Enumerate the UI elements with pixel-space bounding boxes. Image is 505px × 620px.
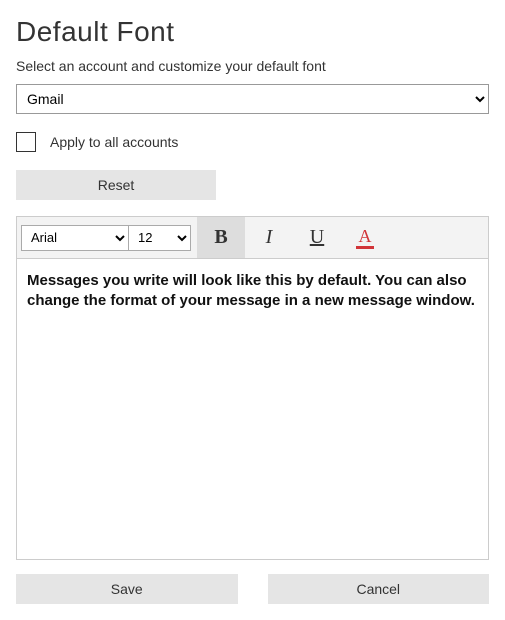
font-color-button[interactable]: A [341, 217, 389, 258]
account-select[interactable]: Gmail [16, 84, 489, 114]
font-color-icon: A [356, 227, 374, 249]
save-button[interactable]: Save [16, 574, 238, 604]
apply-all-label: Apply to all accounts [50, 134, 178, 150]
page-title: Default Font [16, 16, 489, 48]
underline-button[interactable]: U [293, 217, 341, 258]
bold-button[interactable]: B [197, 217, 245, 258]
apply-all-checkbox[interactable] [16, 132, 36, 152]
italic-icon: I [266, 226, 273, 249]
preview-textarea[interactable]: Messages you write will look like this b… [17, 259, 488, 559]
cancel-button[interactable]: Cancel [268, 574, 490, 604]
font-size-select[interactable]: 12 [129, 225, 191, 251]
font-family-select[interactable]: Arial [21, 225, 129, 251]
format-toolbar: Arial 12 B I U A [17, 217, 488, 259]
editor-container: Arial 12 B I U A Messages you write will… [16, 216, 489, 560]
reset-button[interactable]: Reset [16, 170, 216, 200]
bold-icon: B [214, 226, 227, 249]
underline-icon: U [310, 226, 324, 249]
page-subtitle: Select an account and customize your def… [16, 58, 489, 74]
italic-button[interactable]: I [245, 217, 293, 258]
